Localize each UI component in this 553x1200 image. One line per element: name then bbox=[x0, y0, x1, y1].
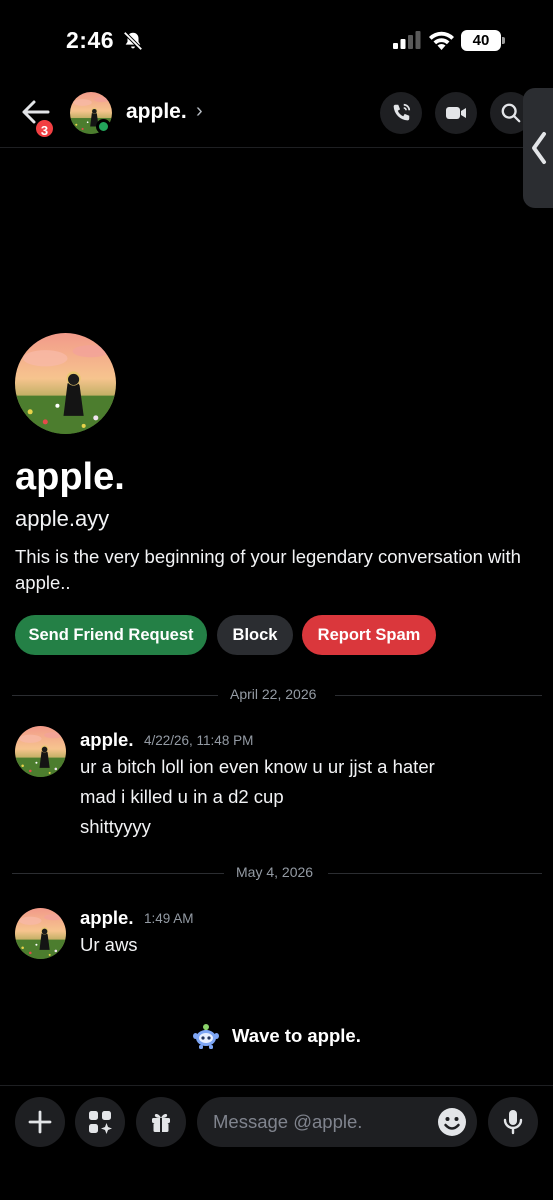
message-author[interactable]: apple. bbox=[80, 907, 133, 929]
report-spam-button[interactable]: Report Spam bbox=[302, 615, 436, 655]
voice-call-button[interactable] bbox=[380, 92, 422, 134]
message-avatar[interactable] bbox=[15, 726, 66, 777]
chat-header: 3 apple. › bbox=[0, 80, 553, 148]
message-text: Ur aws bbox=[80, 934, 138, 955]
search-icon bbox=[501, 103, 521, 123]
attach-button[interactable] bbox=[15, 1097, 65, 1147]
emoji-icon[interactable] bbox=[437, 1107, 467, 1137]
apps-icon bbox=[89, 1111, 112, 1134]
message-timestamp: 4/22/26, 11:48 PM bbox=[144, 733, 254, 748]
profile-username: apple.ayy bbox=[15, 506, 110, 531]
message-avatar[interactable] bbox=[15, 908, 66, 959]
plus-icon bbox=[28, 1110, 52, 1134]
status-time: 2:46 bbox=[66, 27, 115, 53]
message-text: shittyyyy bbox=[80, 816, 151, 837]
profile-avatar[interactable] bbox=[15, 333, 116, 434]
date-divider-label: April 22, 2026 bbox=[230, 686, 317, 702]
date-divider-label: May 4, 2026 bbox=[236, 864, 314, 880]
message-text: mad i killed u in a d2 cup bbox=[80, 786, 284, 807]
wifi-icon bbox=[429, 31, 454, 50]
unread-badge: 3 bbox=[34, 118, 55, 139]
chevron-right-icon[interactable]: › bbox=[196, 100, 203, 123]
conversation-intro-text: This is the very beginning of your legen… bbox=[15, 546, 521, 593]
phone-icon bbox=[393, 103, 411, 121]
header-username[interactable]: apple. bbox=[126, 100, 187, 124]
wave-text: Wave to apple. bbox=[232, 1025, 361, 1046]
profile-display-name: apple. bbox=[15, 456, 125, 498]
side-panel-handle[interactable] bbox=[523, 88, 553, 208]
date-divider: May 4, 2026 bbox=[12, 863, 542, 883]
battery-icon: 40 bbox=[461, 30, 505, 51]
message-text: ur a bitch loll ion even know u ur jjst … bbox=[80, 756, 435, 777]
microphone-icon bbox=[503, 1110, 523, 1135]
status-bar: 2:46 40 bbox=[0, 0, 553, 80]
message-timestamp: 1:49 AM bbox=[144, 911, 194, 926]
voice-message-button[interactable] bbox=[488, 1097, 538, 1147]
wave-prompt[interactable]: Wave to apple. bbox=[193, 1022, 361, 1050]
video-call-button[interactable] bbox=[435, 92, 477, 134]
bell-off-icon bbox=[123, 31, 143, 51]
composer-divider bbox=[0, 1085, 553, 1086]
gift-icon bbox=[152, 1113, 170, 1132]
block-button[interactable]: Block bbox=[217, 615, 293, 655]
message-author[interactable]: apple. bbox=[80, 729, 133, 751]
message-input[interactable] bbox=[197, 1097, 477, 1147]
apps-button[interactable] bbox=[75, 1097, 125, 1147]
wave-sticker-icon bbox=[193, 1024, 219, 1049]
date-divider: April 22, 2026 bbox=[12, 685, 542, 705]
video-icon bbox=[446, 107, 466, 119]
send-friend-request-button[interactable]: Send Friend Request bbox=[15, 615, 207, 655]
signal-icon bbox=[393, 31, 421, 49]
online-status-indicator bbox=[96, 119, 111, 134]
gift-button[interactable] bbox=[136, 1097, 186, 1147]
chevron-left-icon bbox=[532, 132, 546, 164]
